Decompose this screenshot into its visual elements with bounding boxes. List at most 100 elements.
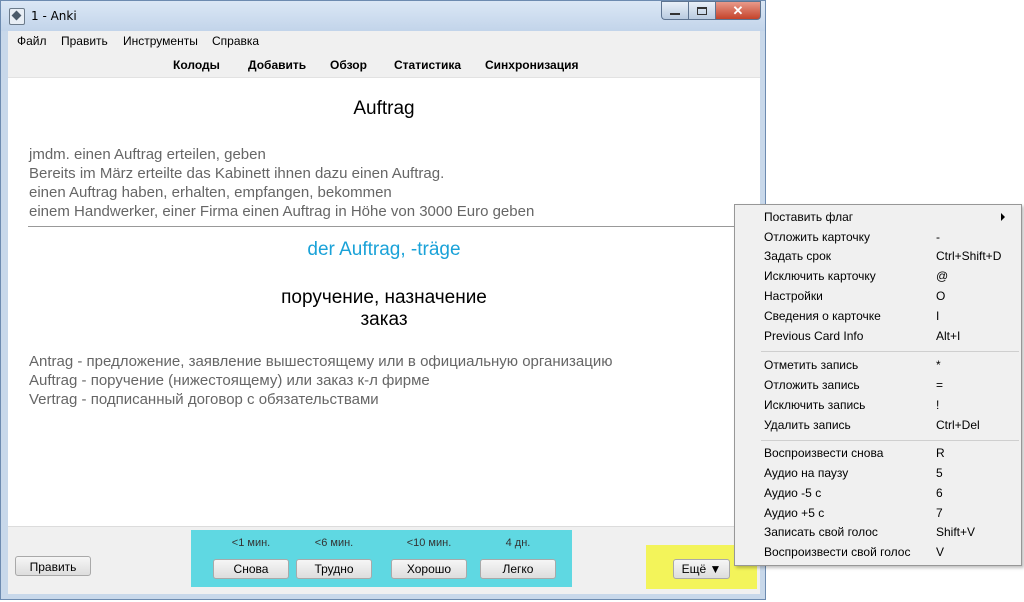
menu-item-shortcut: *	[936, 358, 941, 372]
menu-item-label: Аудио на паузу	[764, 466, 849, 480]
answer-interval: <6 мин.	[314, 537, 354, 549]
menu-item-label: Записать свой голос	[764, 525, 878, 539]
menu-item-audio-back[interactable]: Аудио -5 с 6	[735, 484, 1021, 503]
menu-item-pause-audio[interactable]: Аудио на паузу 5	[735, 464, 1021, 483]
anki-window: 1 - Anki ✕ Файл Править Инструменты Спра…	[0, 0, 766, 600]
more-context-menu: Поставить флаг Отложить карточку - Задат…	[734, 204, 1022, 566]
menu-item-label: Аудио +5 с	[764, 506, 825, 520]
card-back-word: der Auftrag, -träge	[307, 239, 461, 260]
toolbar-add[interactable]: Добавить	[248, 58, 306, 72]
good-button[interactable]: Хорошо	[391, 559, 467, 579]
menu-item-shortcut: 6	[936, 486, 943, 500]
example-line: einen Auftrag haben, erhalten, empfangen…	[29, 184, 392, 201]
example-line: einem Handwerker, einer Firma einen Auft…	[29, 203, 535, 220]
menu-item-label: Настройки	[764, 289, 823, 303]
menu-item-bury-card[interactable]: Отложить карточку -	[735, 228, 1021, 247]
menu-file[interactable]: Файл	[17, 34, 47, 48]
menu-item-label: Удалить запись	[764, 418, 851, 432]
menu-item-label: Отложить карточку	[764, 230, 871, 244]
minimize-button[interactable]	[661, 1, 688, 20]
again-button[interactable]: Снова	[213, 559, 289, 579]
minimize-icon	[670, 13, 680, 15]
answer-interval: <10 мин.	[406, 537, 452, 549]
title-bar[interactable]: 1 - Anki ✕	[1, 1, 765, 31]
menu-item-shortcut: =	[936, 378, 944, 392]
menu-item-shortcut: V	[936, 545, 945, 559]
menu-item-shortcut: R	[936, 446, 945, 460]
menu-item-shortcut: 7	[936, 506, 943, 520]
translation-line: поручение, назначение	[281, 287, 487, 308]
menu-item-label: Отложить запись	[764, 378, 860, 392]
top-toolbar: Колоды Добавить Обзор Статистика Синхрон…	[8, 51, 760, 78]
maximize-button[interactable]	[688, 1, 715, 20]
menu-item-label: Отметить запись	[764, 358, 859, 372]
answer-interval: <1 мин.	[231, 537, 271, 549]
menu-item-options[interactable]: Настройки O	[735, 287, 1021, 306]
menu-item-replay-voice[interactable]: Воспроизвести свой голос V	[735, 543, 1021, 562]
menu-item-mark-note[interactable]: Отметить запись *	[735, 356, 1021, 375]
answer-buttons-panel: <1 мин. Снова <6 мин. Трудно <10 мин. Хо…	[191, 530, 572, 587]
window-title: 1 - Anki	[31, 9, 77, 23]
menu-item-label: Исключить запись	[764, 398, 866, 412]
main-area: Файл Править Инструменты Справка Колоды …	[8, 31, 762, 594]
card-view: Auftrag jmdm. einen Auftrag erteilen, ge…	[8, 78, 762, 526]
more-button[interactable]: Ещё ▼	[673, 559, 730, 579]
close-button[interactable]: ✕	[715, 1, 761, 20]
card-front-word: Auftrag	[353, 98, 415, 119]
menu-item-replay-audio[interactable]: Воспроизвести снова R	[735, 444, 1021, 463]
window-controls: ✕	[661, 1, 761, 20]
menu-item-set-flag[interactable]: Поставить флаг	[735, 208, 1021, 227]
menu-item-label: Исключить карточку	[764, 269, 876, 283]
menu-separator	[761, 440, 1019, 441]
edit-button[interactable]: Править	[15, 556, 91, 576]
anki-app-icon	[9, 8, 25, 25]
menu-item-label: Задать срок	[764, 249, 832, 263]
menu-item-suspend-note[interactable]: Исключить запись !	[735, 396, 1021, 415]
note-line: Antrag - предложение, заявление вышестоя…	[29, 353, 613, 370]
menu-item-shortcut: 5	[936, 466, 943, 480]
menu-item-shortcut: Ctrl+Shift+D	[936, 249, 1002, 263]
note-line: Vertrag - подписанный договор с обязател…	[29, 391, 379, 408]
usage-notes: Antrag - предложение, заявление вышестоя…	[29, 352, 612, 409]
submenu-arrow-icon	[1001, 213, 1005, 221]
easy-button[interactable]: Легко	[480, 559, 556, 579]
close-icon: ✕	[732, 2, 744, 18]
menu-item-label: Сведения о карточке	[764, 309, 881, 323]
note-line: Auftrag - поручение (нижестоящему) или з…	[29, 372, 430, 389]
menu-item-shortcut: Alt+I	[936, 329, 961, 343]
menu-item-shortcut: I	[936, 309, 940, 323]
menu-item-set-due[interactable]: Задать срок Ctrl+Shift+D	[735, 247, 1021, 266]
hard-button[interactable]: Трудно	[296, 559, 372, 579]
menu-edit[interactable]: Править	[61, 34, 108, 48]
menu-item-delete-note[interactable]: Удалить запись Ctrl+Del	[735, 416, 1021, 435]
example-sentences: jmdm. einen Auftrag erteilen, geben Bere…	[29, 145, 534, 221]
menu-item-audio-forward[interactable]: Аудио +5 с 7	[735, 504, 1021, 523]
menu-bar: Файл Править Инструменты Справка	[8, 31, 760, 51]
menu-help[interactable]: Справка	[212, 34, 259, 48]
menu-item-label: Воспроизвести свой голос	[764, 545, 911, 559]
menu-item-shortcut: Shift+V	[936, 525, 976, 539]
menu-item-shortcut: O	[936, 289, 946, 303]
menu-item-label: Воспроизвести снова	[764, 446, 884, 460]
answer-divider	[28, 226, 762, 227]
menu-item-shortcut: -	[936, 230, 940, 244]
maximize-icon	[697, 6, 707, 15]
menu-item-label: Аудио -5 с	[764, 486, 822, 500]
toolbar-decks[interactable]: Колоды	[173, 58, 220, 72]
toolbar-browse[interactable]: Обзор	[330, 58, 367, 72]
toolbar-stats[interactable]: Статистика	[394, 58, 461, 72]
menu-item-record-voice[interactable]: Записать свой голос Shift+V	[735, 523, 1021, 542]
translation-line: заказ	[360, 309, 408, 330]
answer-interval: 4 дн.	[505, 537, 531, 549]
menu-tools[interactable]: Инструменты	[123, 34, 198, 48]
menu-item-card-info[interactable]: Сведения о карточке I	[735, 307, 1021, 326]
menu-item-label: Previous Card Info	[764, 329, 864, 343]
menu-item-label: Поставить флаг	[764, 210, 854, 224]
menu-item-suspend-card[interactable]: Исключить карточку @	[735, 267, 1021, 286]
menu-item-shortcut: Ctrl+Del	[936, 418, 980, 432]
menu-item-shortcut: @	[936, 269, 949, 283]
toolbar-sync[interactable]: Синхронизация	[485, 58, 579, 72]
menu-item-previous-card-info[interactable]: Previous Card Info Alt+I	[735, 327, 1021, 346]
menu-separator	[761, 351, 1019, 352]
menu-item-bury-note[interactable]: Отложить запись =	[735, 376, 1021, 395]
